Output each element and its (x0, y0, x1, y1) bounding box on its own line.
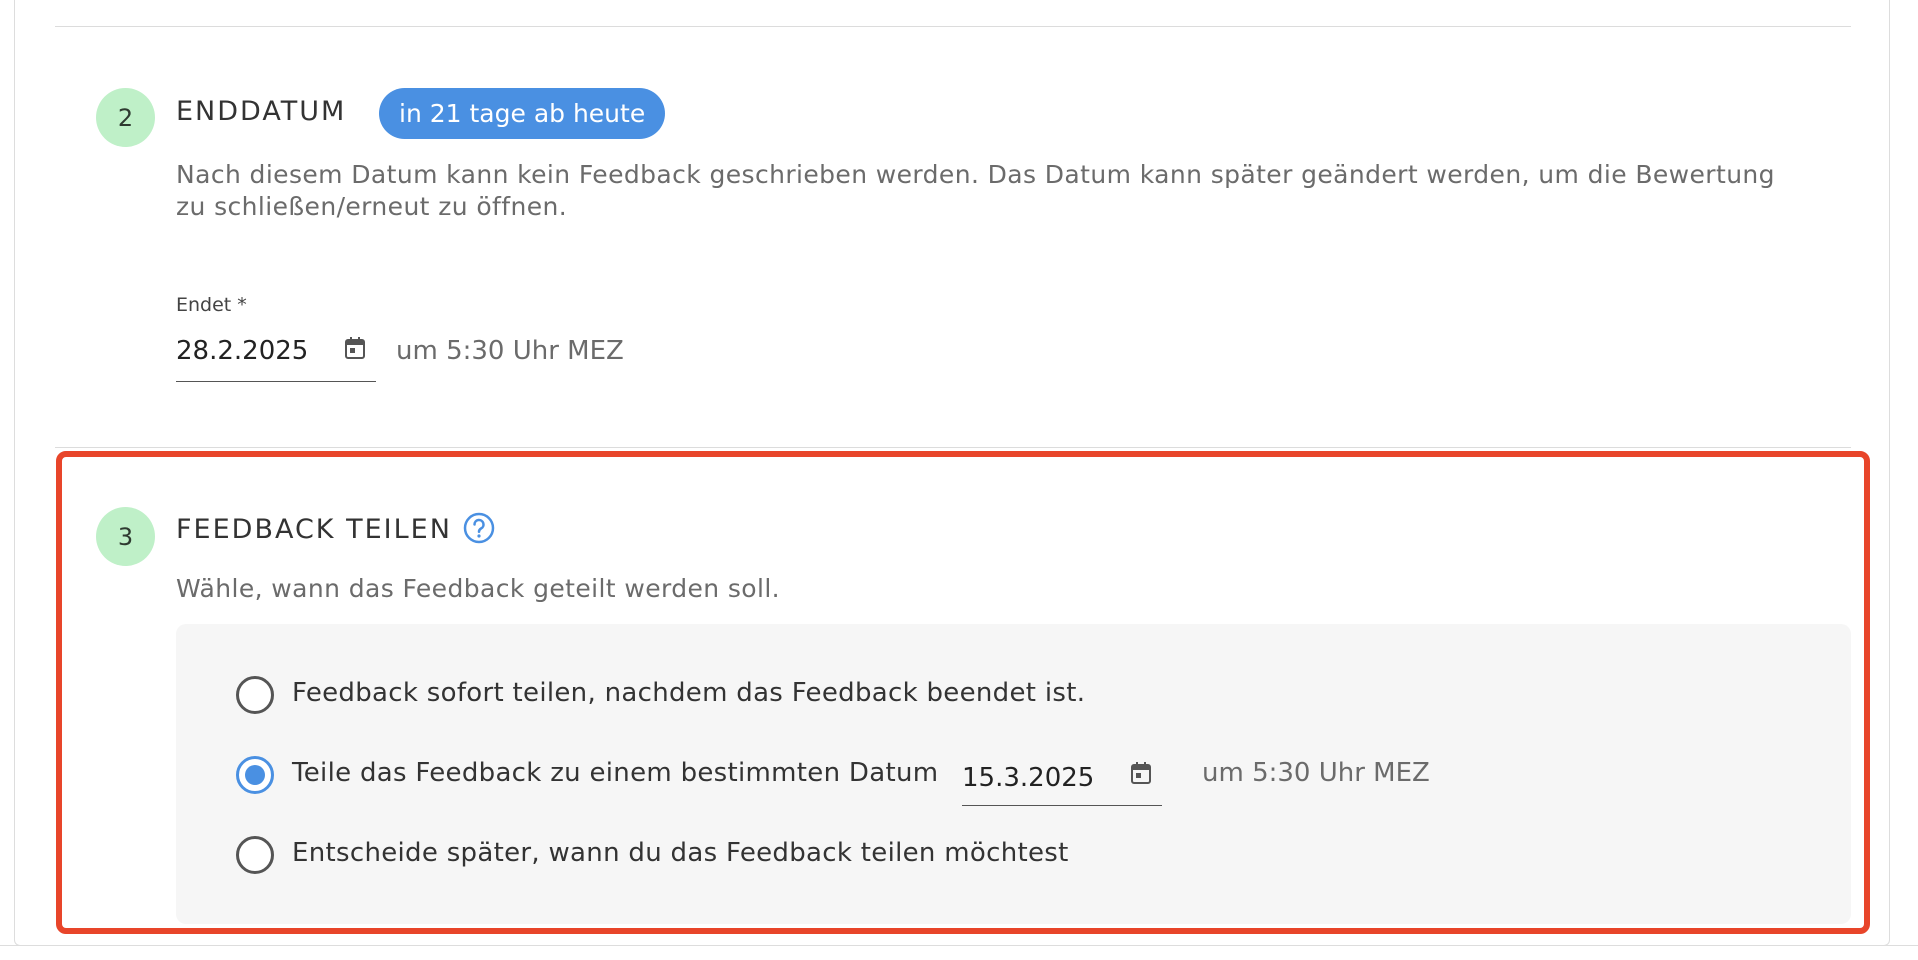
end-date-value: 28.2.2025 (176, 336, 309, 366)
option-label-share-immediately[interactable]: Feedback sofort teilen, nachdem das Feed… (292, 678, 1085, 708)
radio-share-on-date[interactable] (236, 756, 274, 794)
enddatum-description: Nach diesem Datum kann kein Feedback ges… (176, 159, 1856, 223)
radio-share-immediately[interactable] (236, 676, 274, 714)
page-bottom-border (0, 945, 1918, 946)
feedback-teilen-description: Wähle, wann das Feedback geteilt werden … (176, 574, 781, 603)
step-number-badge: 2 (96, 88, 155, 147)
end-date-label: Endet * (176, 294, 247, 316)
option-label-share-on-date[interactable]: Teile das Feedback zu einem bestimmten D… (292, 758, 938, 788)
section-title-feedback-teilen: FEEDBACK TEILEN (176, 514, 452, 545)
calendar-icon[interactable] (1131, 762, 1151, 784)
section-title-enddatum: ENDDATUM (176, 96, 347, 127)
step-number-badge: 3 (96, 507, 155, 566)
calendar-icon[interactable] (345, 337, 365, 359)
share-date-input[interactable]: 15.3.2025 (962, 752, 1162, 806)
share-date-value: 15.3.2025 (962, 763, 1095, 793)
days-remaining-badge: in 21 tage ab heute (379, 88, 666, 139)
share-time-text: um 5:30 Uhr MEZ (1202, 758, 1430, 788)
enddatum-description-line2: zu schließen/erneut zu öffnen. (176, 192, 568, 221)
radio-decide-later[interactable] (236, 836, 274, 874)
option-label-decide-later[interactable]: Entscheide später, wann du das Feedback … (292, 838, 1069, 868)
section-divider-middle (55, 447, 1851, 448)
end-time-text: um 5:30 Uhr MEZ (396, 336, 624, 366)
help-circle-icon[interactable] (463, 512, 495, 544)
end-date-input[interactable]: 28.2.2025 (176, 330, 376, 382)
section-divider-top (55, 26, 1851, 27)
enddatum-description-line1: Nach diesem Datum kann kein Feedback ges… (176, 160, 1775, 189)
